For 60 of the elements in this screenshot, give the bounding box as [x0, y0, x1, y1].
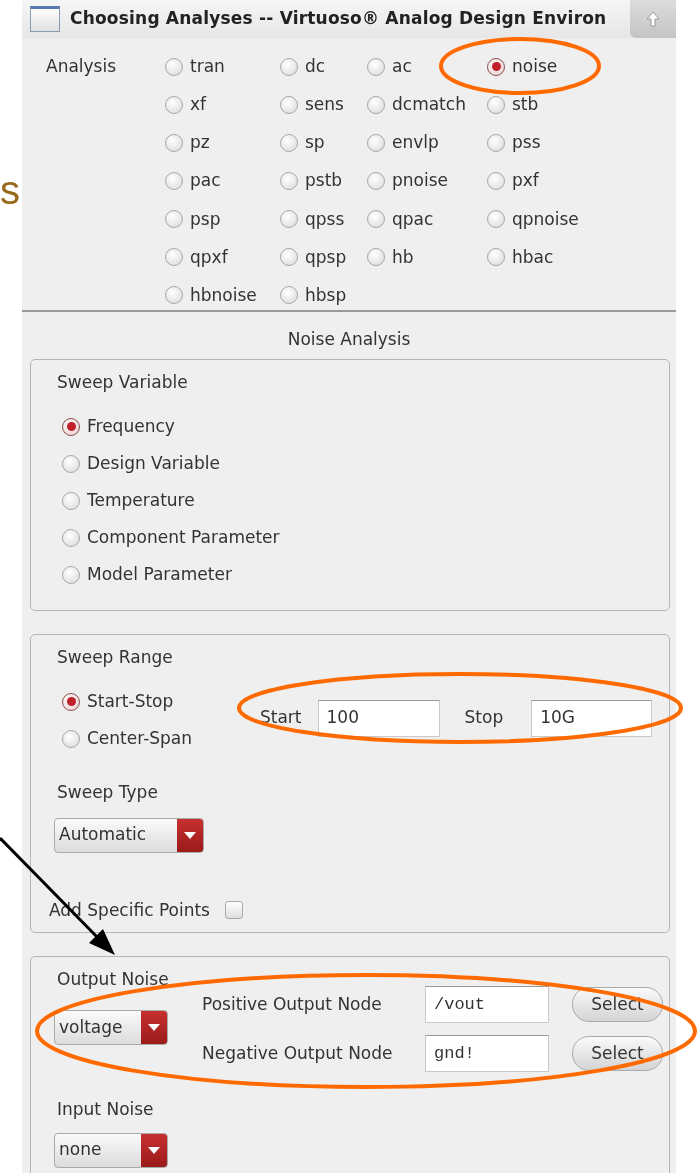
radio-option[interactable]: Center-Span: [62, 727, 258, 750]
radio-option[interactable]: Model Parameter: [62, 563, 669, 586]
radio-option[interactable]: hb: [367, 244, 487, 270]
sweep-type-dropdown[interactable]: Automatic: [54, 817, 204, 853]
radio-option[interactable]: hbnoise: [165, 282, 280, 308]
radio-option[interactable]: pstb: [280, 168, 367, 194]
radio-option[interactable]: xf: [165, 92, 280, 118]
analysis-label: Analysis: [46, 56, 117, 76]
caret-icon: [184, 831, 196, 839]
radio-option[interactable]: sens: [280, 92, 367, 118]
radio-option[interactable]: Design Variable: [62, 452, 669, 475]
input-noise-dropdown[interactable]: none: [54, 1132, 168, 1168]
radio-option[interactable]: dc: [280, 54, 367, 80]
output-noise-label: Output Noise: [57, 968, 169, 989]
radio-option[interactable]: qpac: [367, 206, 487, 232]
radio-option[interactable]: Start-Stop: [62, 690, 258, 713]
radio-option[interactable]: hbac: [487, 244, 579, 270]
node-field[interactable]: gnd!: [425, 1035, 549, 1072]
radio-option[interactable]: ac: [367, 54, 487, 80]
checkbox[interactable]: [224, 901, 243, 920]
radio-option[interactable]: qpsp: [280, 244, 367, 270]
radio-option[interactable]: qpxf: [165, 244, 280, 270]
radio-option[interactable]: pxf: [487, 168, 579, 194]
group-title: Sweep Variable: [57, 371, 188, 392]
radio-option[interactable]: qpss: [280, 206, 367, 232]
group-title: Sweep Range: [57, 646, 173, 667]
radio-option[interactable]: Temperature: [62, 489, 669, 512]
up-arrow-icon: [646, 11, 660, 27]
radio-option[interactable]: dcmatch: [367, 92, 487, 118]
window-icon: [30, 6, 60, 32]
node-label: Positive Output Node: [202, 992, 383, 1016]
stop-label: Stop: [464, 706, 504, 730]
radio-option[interactable]: pz: [165, 130, 280, 156]
radio-option[interactable]: stb: [487, 92, 579, 118]
radio-option[interactable]: Component Parameter: [62, 526, 669, 549]
input-noise-label: Input Noise: [57, 1099, 154, 1119]
radio-option[interactable]: tran: [165, 54, 280, 80]
radio-option[interactable]: qpnoise: [487, 206, 579, 232]
sweep-type-label: Sweep Type: [57, 782, 158, 802]
radio-option[interactable]: pss: [487, 130, 579, 156]
radio-option[interactable]: envlp: [367, 130, 487, 156]
caret-icon: [148, 1024, 160, 1031]
radio-option[interactable]: sp: [280, 130, 367, 156]
select-button[interactable]: Select: [572, 1036, 663, 1071]
radio-option[interactable]: pnoise: [367, 168, 487, 194]
stop-field[interactable]: 10G: [531, 699, 653, 737]
caret-icon: [148, 1146, 160, 1154]
radio-option[interactable]: hbsp: [280, 282, 367, 308]
start-label: Start: [260, 706, 302, 730]
start-field[interactable]: 100: [317, 699, 440, 737]
output-noise-dropdown[interactable]: voltage: [54, 1010, 168, 1045]
section-title: Noise Analysis: [287, 329, 411, 349]
node-field[interactable]: /vout: [425, 986, 549, 1023]
radio-option[interactable]: psp: [165, 206, 280, 232]
node-label: Negative Output Node: [202, 1041, 394, 1065]
slide-text-fragment: s: [0, 170, 20, 210]
window-title: Choosing Analyses -- Virtuoso® Analog Design Environ: [70, 7, 608, 31]
radio-option[interactable]: pac: [165, 168, 280, 194]
scroll-up-button[interactable]: [630, 0, 676, 38]
radio-option[interactable]: Frequency: [62, 415, 669, 438]
